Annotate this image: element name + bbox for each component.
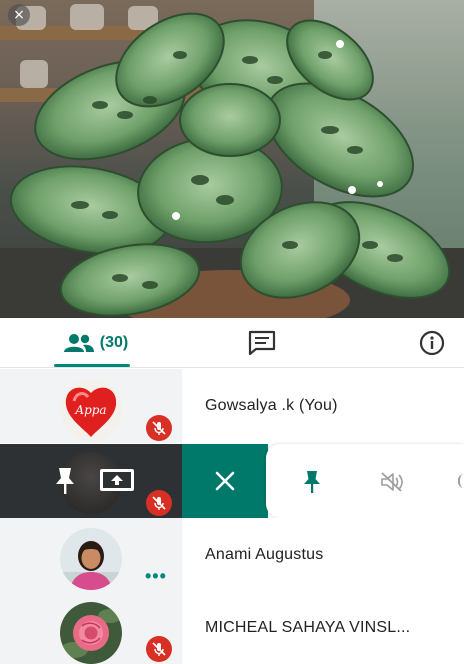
pin-icon bbox=[304, 471, 320, 493]
tab-people[interactable]: (30) bbox=[44, 318, 148, 368]
chat-icon bbox=[248, 330, 276, 356]
pin-button[interactable] bbox=[298, 468, 326, 496]
participant-row-expanded[interactable] bbox=[0, 444, 464, 518]
avatar-column: ••• bbox=[0, 518, 182, 592]
avatar: Appa bbox=[60, 379, 122, 441]
panel-tab-bar: (30) bbox=[0, 318, 464, 368]
participant-count: (30) bbox=[99, 334, 129, 351]
close-actions-button[interactable] bbox=[182, 444, 268, 518]
tab-info[interactable] bbox=[402, 318, 462, 368]
active-tab-indicator bbox=[54, 364, 130, 367]
more-options-icon[interactable]: ••• bbox=[145, 566, 167, 587]
muted-badge bbox=[146, 636, 172, 662]
tab-chat[interactable] bbox=[230, 318, 294, 368]
close-icon bbox=[215, 471, 235, 491]
mic-off-icon bbox=[152, 421, 166, 435]
participant-row[interactable]: ••• Anami Augustus bbox=[0, 518, 464, 592]
svg-text:Appa: Appa bbox=[74, 403, 106, 417]
participant-row[interactable]: MICHEAL SAHAYA VINSL... bbox=[0, 592, 464, 664]
more-actions-hint bbox=[458, 474, 464, 488]
mic-off-icon bbox=[152, 496, 166, 510]
mic-off-icon bbox=[152, 642, 166, 656]
participant-name: Anami Augustus bbox=[205, 546, 324, 563]
close-icon[interactable]: × bbox=[8, 4, 30, 26]
muted-badge bbox=[146, 490, 172, 516]
participant-video[interactable]: × bbox=[0, 0, 464, 318]
participant-name: MICHEAL SAHAYA VINSL... bbox=[205, 619, 411, 636]
avatar bbox=[60, 602, 122, 664]
pin-icon bbox=[56, 468, 74, 494]
avatar bbox=[60, 528, 122, 590]
present-icon bbox=[100, 469, 134, 491]
avatar-column bbox=[0, 592, 182, 664]
avatar-column: Appa bbox=[0, 369, 182, 443]
people-icon bbox=[63, 334, 94, 352]
mute-participant-button[interactable] bbox=[378, 468, 406, 496]
participant-row[interactable]: Appa Gowsalya .k (You) bbox=[0, 369, 464, 443]
participant-actions-panel bbox=[266, 444, 464, 518]
avatar-column bbox=[0, 444, 182, 518]
prayer-plant-image bbox=[9, 12, 451, 318]
info-icon bbox=[419, 330, 445, 356]
participant-name: Gowsalya .k (You) bbox=[205, 397, 338, 414]
volume-off-icon bbox=[381, 472, 403, 492]
muted-badge bbox=[146, 415, 172, 441]
